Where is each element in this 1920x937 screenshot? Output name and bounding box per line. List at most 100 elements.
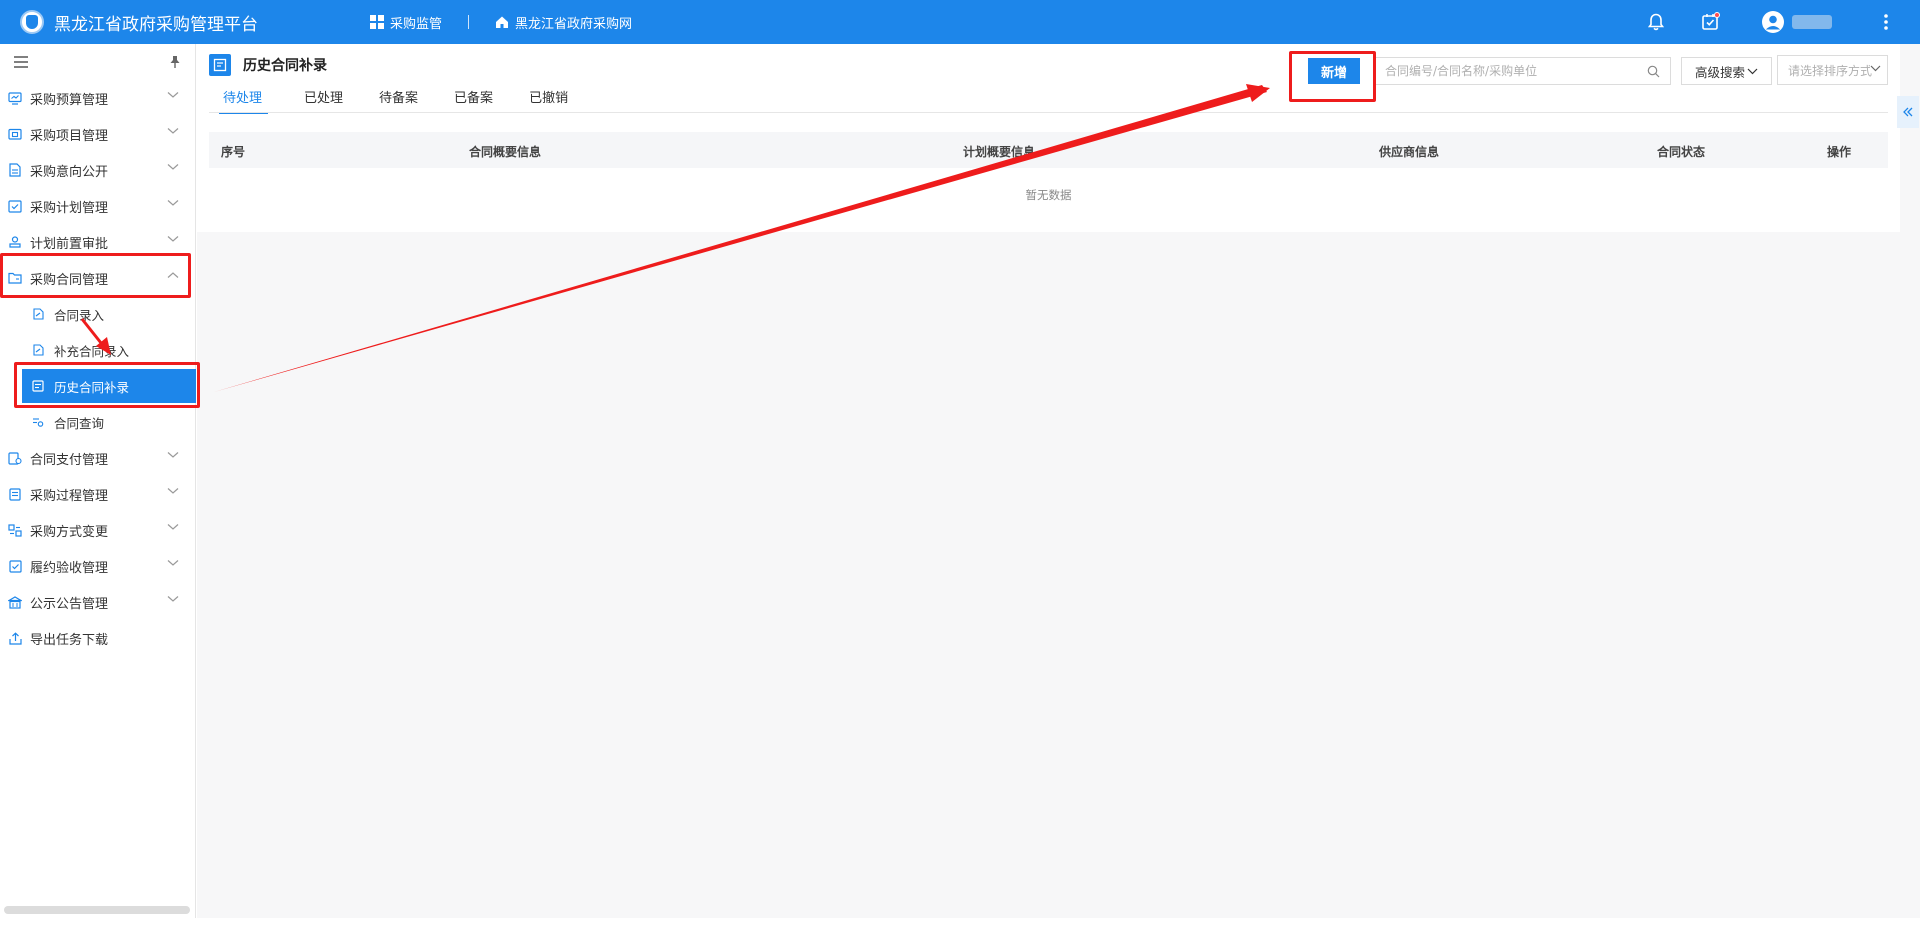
sort-select[interactable]: 请选择排序方式 <box>1777 55 1888 85</box>
collapse-panel-button[interactable] <box>1897 96 1919 128</box>
logo-icon <box>20 10 44 34</box>
sidebar-item-label: 采购方式变更 <box>30 524 109 540</box>
sidebar-item-label: 公示公告管理 <box>30 596 109 612</box>
nav-link-label: 采购监管 <box>390 16 443 32</box>
sidebar-header <box>0 44 195 80</box>
sidebar-item-plan[interactable]: 采购计划管理 <box>0 188 195 224</box>
folder-icon <box>8 127 22 141</box>
column-header-contract-status: 合同状态 <box>1657 145 1706 159</box>
brand[interactable]: 黑龙江省政府采购管理平台 <box>20 10 258 35</box>
chevron-down-icon <box>167 524 179 530</box>
sort-select-placeholder: 请选择排序方式 <box>1788 63 1873 78</box>
annotation-box-historical-contract <box>14 362 200 408</box>
tab-bar: 待处理 已处理 待备案 已备案 已撤销 <box>219 87 604 114</box>
sidebar-subitem-label: 补充合同录入 <box>54 343 130 359</box>
column-header-contract-summary: 合同概要信息 <box>469 145 542 159</box>
chevron-down-icon <box>167 236 179 242</box>
sidebar-item-payment[interactable]: 合同支付管理 <box>0 440 195 476</box>
column-header-index: 序号 <box>221 145 246 159</box>
sidebar-item-acceptance[interactable]: 履约验收管理 <box>0 548 195 584</box>
checklist-icon <box>8 199 22 213</box>
sidebar-item-label: 履约验收管理 <box>30 560 109 576</box>
sidebar-subitem-contract-query[interactable]: 合同查询 <box>0 404 195 440</box>
nav-link-procurement-supervision[interactable]: 采购监管 <box>370 13 442 32</box>
tab-divider <box>209 112 1888 113</box>
more-vertical-icon[interactable] <box>1876 12 1896 32</box>
sidebar-subitem-label: 合同查询 <box>54 415 105 431</box>
monitor-icon <box>8 91 22 105</box>
sidebar-item-export-download[interactable]: 导出任务下载 <box>0 620 195 656</box>
document-icon <box>8 163 22 177</box>
stamp-icon <box>8 235 22 249</box>
advanced-search-button[interactable]: 高级搜索 <box>1681 57 1772 85</box>
user-name-blurred <box>1792 15 1832 29</box>
notification-dot <box>1714 12 1720 18</box>
page-title: 历史合同补录 <box>243 58 327 74</box>
list-icon <box>8 487 22 501</box>
chevron-down-icon <box>167 92 179 98</box>
hamburger-menu-icon[interactable] <box>14 56 28 68</box>
annotation-box-contract-management <box>0 253 191 298</box>
sidebar-item-label: 采购意向公开 <box>30 164 109 180</box>
check-square-icon <box>8 559 22 573</box>
swap-icon <box>8 523 22 537</box>
double-chevron-left-icon <box>1903 107 1913 117</box>
app-title: 黑龙江省政府采购管理平台 <box>54 14 258 35</box>
empty-state-text: 暂无数据 <box>1025 188 1072 202</box>
edit-page-icon <box>209 54 231 76</box>
chevron-down-icon <box>167 560 179 566</box>
sidebar-item-intention[interactable]: 采购意向公开 <box>0 152 195 188</box>
top-right-tools <box>1646 0 1920 44</box>
edit-document-icon <box>32 344 44 356</box>
sidebar-subitem-label: 合同录入 <box>54 307 105 323</box>
search-box <box>1374 57 1671 85</box>
sidebar-scrollbar[interactable] <box>4 906 190 914</box>
sidebar-item-label: 采购过程管理 <box>30 488 109 504</box>
chevron-down-icon <box>167 452 179 458</box>
chevron-down-icon <box>167 128 179 134</box>
search-input[interactable] <box>1385 64 1635 78</box>
tab-pending[interactable]: 待处理 <box>219 87 269 114</box>
home-icon <box>496 16 509 28</box>
annotation-box-new-button <box>1289 51 1376 102</box>
task-check-icon[interactable] <box>1700 12 1720 32</box>
nav-divider <box>468 15 470 29</box>
search-list-icon <box>32 416 44 428</box>
bell-icon[interactable] <box>1646 12 1666 32</box>
sidebar-item-announcement[interactable]: 公示公告管理 <box>0 584 195 620</box>
pin-icon[interactable] <box>169 55 181 69</box>
sidebar-item-label: 采购项目管理 <box>30 128 109 144</box>
tab-to-be-filed[interactable]: 待备案 <box>379 87 418 114</box>
chevron-down-icon <box>167 200 179 206</box>
tab-processed[interactable]: 已处理 <box>304 87 343 114</box>
table-header: 序号 合同概要信息 计划概要信息 供应商信息 合同状态 操作 <box>209 132 1888 168</box>
edit-document-icon <box>32 308 44 320</box>
sidebar-item-method-change[interactable]: 采购方式变更 <box>0 512 195 548</box>
search-icon[interactable] <box>1647 65 1660 78</box>
chevron-down-icon <box>1747 68 1758 74</box>
sidebar-item-label: 合同支付管理 <box>30 452 109 468</box>
main-content: 历史合同补录 待处理 已处理 待备案 已备案 已撤销 新增 高级搜索 请选择排序… <box>197 44 1920 918</box>
sidebar-item-label: 采购计划管理 <box>30 200 109 216</box>
sidebar-item-budget[interactable]: 采购预算管理 <box>0 80 195 116</box>
tab-revoked[interactable]: 已撤销 <box>529 87 568 114</box>
nav-link-label: 黑龙江省政府采购网 <box>515 16 633 32</box>
user-menu[interactable] <box>1762 11 1832 33</box>
sidebar-item-label: 采购预算管理 <box>30 92 109 108</box>
sidebar-item-label: 导出任务下载 <box>30 632 109 648</box>
bank-icon <box>8 595 22 609</box>
content-panel: 历史合同补录 待处理 已处理 待备案 已备案 已撤销 新增 高级搜索 请选择排序… <box>197 44 1900 232</box>
column-header-supplier: 供应商信息 <box>1379 145 1440 159</box>
sidebar-item-label: 计划前置审批 <box>30 236 109 252</box>
sidebar-subitem-contract-entry[interactable]: 合同录入 <box>0 296 195 332</box>
column-header-plan-summary: 计划概要信息 <box>963 145 1036 159</box>
nav-link-procurement-website[interactable]: 黑龙江省政府采购网 <box>495 13 632 32</box>
grid-icon <box>370 15 384 29</box>
chevron-down-icon <box>167 164 179 170</box>
tab-filed[interactable]: 已备案 <box>454 87 493 114</box>
upload-icon <box>8 631 22 645</box>
top-navbar: 黑龙江省政府采购管理平台 采购监管 黑龙江省政府采购网 <box>0 0 1920 44</box>
sidebar-item-process[interactable]: 采购过程管理 <box>0 476 195 512</box>
avatar <box>1762 11 1784 33</box>
sidebar-item-project[interactable]: 采购项目管理 <box>0 116 195 152</box>
